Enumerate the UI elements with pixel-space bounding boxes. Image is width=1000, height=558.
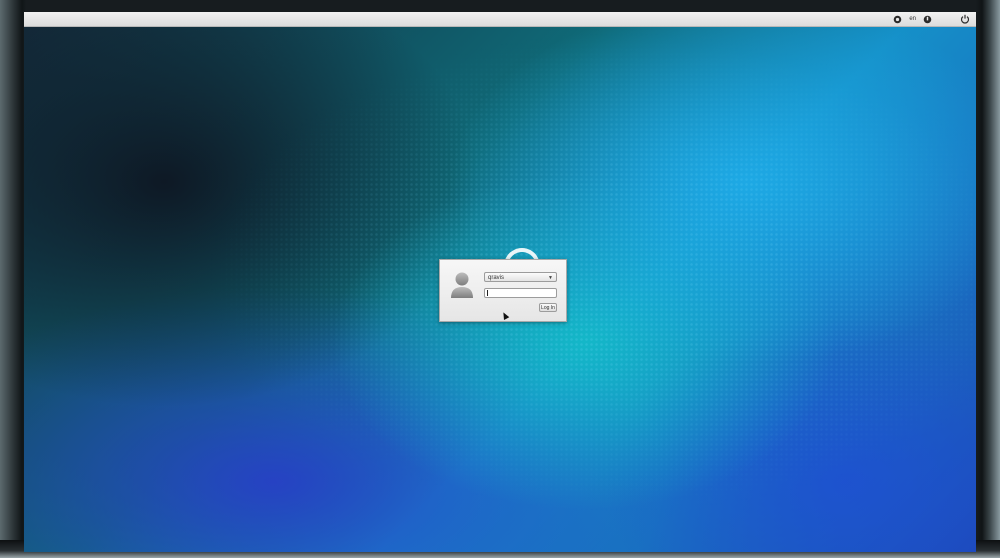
username-select[interactable]: qravis ▼ [484, 272, 557, 282]
text-cursor [487, 290, 488, 296]
system-tray: en [892, 13, 970, 25]
accessibility-icon[interactable] [892, 14, 903, 25]
password-input[interactable] [484, 288, 557, 298]
user-avatar-icon [449, 270, 475, 300]
session-icon[interactable] [922, 14, 933, 25]
power-icon[interactable] [959, 14, 970, 25]
login-screen: en qravis ▼ Log In [24, 12, 976, 552]
username-value: qravis [488, 275, 505, 281]
chevron-down-icon: ▼ [548, 275, 553, 281]
top-panel: en [24, 12, 976, 27]
login-button[interactable]: Log In [539, 303, 557, 312]
language-indicator[interactable]: en [909, 16, 916, 22]
